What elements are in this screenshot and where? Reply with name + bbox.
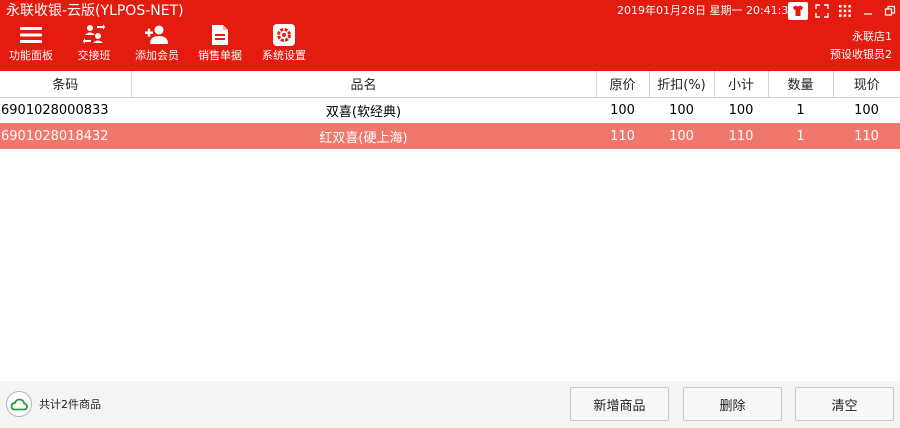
- toolbar-label: 销售单据: [198, 49, 242, 62]
- cell-current-price: 110: [833, 123, 900, 149]
- column-header-price[interactable]: 原价: [596, 71, 650, 98]
- add-member-icon: [145, 22, 169, 48]
- minimize-icon[interactable]: [858, 2, 878, 20]
- cell-subtotal: 110: [714, 123, 768, 149]
- store-name: 永联店1: [852, 30, 892, 43]
- fullscreen-icon[interactable]: [812, 2, 832, 20]
- cloud-icon[interactable]: [6, 391, 32, 417]
- cell-price: 110: [596, 123, 649, 149]
- cell-discount: 100: [669, 102, 694, 118]
- cell-barcode: 6901028018432: [0, 123, 131, 149]
- item-count: 共计2件商品: [39, 398, 101, 411]
- clear-button[interactable]: 清空: [795, 387, 894, 421]
- datetime: 2019年01月28日 星期一 20:41:35: [617, 4, 796, 17]
- cell-name: 红双喜(硬上海): [131, 123, 596, 149]
- toolbar-function-panel[interactable]: 功能面板: [6, 22, 56, 68]
- shift-exchange-icon: [83, 22, 105, 48]
- column-header-subtotal[interactable]: 小计: [714, 71, 769, 98]
- column-header-current-price[interactable]: 现价: [833, 71, 900, 98]
- toolbar-label: 功能面板: [9, 49, 53, 62]
- column-header-discount[interactable]: 折扣(%): [649, 71, 715, 98]
- cell-quantity: 1: [796, 102, 805, 118]
- header-bar: 永联收银-云版(YLPOS-NET) 2019年01月28日 星期一 20:41…: [0, 0, 900, 71]
- cell-name: 双喜(软经典): [325, 104, 402, 120]
- cell-current-price: 100: [854, 102, 879, 118]
- pos-window: 永联收银-云版(YLPOS-NET) 2019年01月28日 星期一 20:41…: [0, 0, 900, 428]
- toolbar-system-settings[interactable]: 系统设置: [261, 22, 307, 68]
- delete-button[interactable]: 删除: [683, 387, 782, 421]
- grid-icon[interactable]: [835, 2, 855, 20]
- cell-subtotal: 100: [728, 102, 754, 118]
- skin-icon[interactable]: [788, 2, 808, 20]
- menu-icon: [20, 22, 42, 48]
- cell-price: 100: [610, 102, 635, 118]
- cell-quantity: 1: [768, 123, 833, 149]
- table-row[interactable]: 6901028000833 双喜(软经典) 100 100 100 1 100: [0, 97, 900, 123]
- footer-bar: 共计2件商品 新增商品 删除 清空: [0, 381, 900, 428]
- column-header-quantity[interactable]: 数量: [768, 71, 834, 98]
- document-icon: [211, 22, 229, 48]
- cell-discount: 100: [649, 123, 714, 149]
- table-header: 条码 品名 原价 折扣(%) 小计 数量 现价: [0, 71, 900, 98]
- item-table: 条码 品名 原价 折扣(%) 小计 数量 现价 6901028000833 双喜…: [0, 71, 900, 149]
- settings-icon: [273, 22, 295, 48]
- cell-barcode: 6901028000833: [1, 102, 109, 118]
- column-header-barcode[interactable]: 条码: [0, 71, 132, 98]
- toolbar-label: 交接班: [77, 49, 111, 62]
- add-item-button[interactable]: 新增商品: [570, 387, 669, 421]
- restore-icon[interactable]: [880, 2, 900, 20]
- toolbar-label: 系统设置: [262, 49, 306, 62]
- toolbar-add-member[interactable]: 添加会员: [134, 22, 180, 68]
- toolbar-label: 添加会员: [135, 49, 179, 62]
- cashier-name: 预设收银员2: [830, 48, 892, 61]
- toolbar-shift-exchange[interactable]: 交接班: [74, 22, 114, 68]
- app-title: 永联收银-云版(YLPOS-NET): [6, 3, 184, 19]
- table-row-selected[interactable]: 6901028018432 红双喜(硬上海) 110 100 110 1 110: [0, 123, 900, 149]
- column-header-name[interactable]: 品名: [131, 71, 597, 98]
- toolbar-sales-documents[interactable]: 销售单据: [197, 22, 243, 68]
